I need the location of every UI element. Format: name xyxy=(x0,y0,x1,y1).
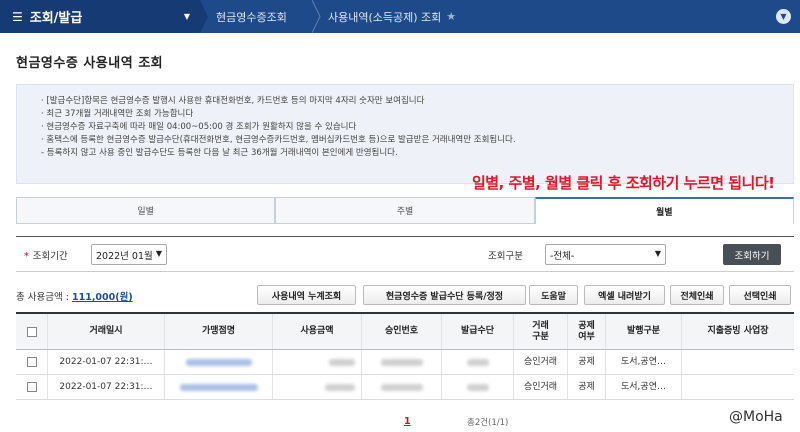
tab-daily[interactable]: 일별 xyxy=(16,197,276,224)
chevron-down-icon: ▼ xyxy=(155,249,162,258)
menu-label: 조회/발급 xyxy=(29,11,83,26)
usage-table: 거래일시 가맹점명 사용금액 승인번호 발급수단 거래 구분 공제 여부 발행구… xyxy=(16,312,794,400)
datetime-cell: 2022-01-07 22:31:… xyxy=(48,350,165,374)
datetime-cell: 2022-01-07 22:31:… xyxy=(48,375,165,399)
chevron-down-icon[interactable]: ▼ xyxy=(776,9,791,24)
breadcrumb-separator-icon xyxy=(200,0,208,33)
issue-type-cell: 도서,공연… xyxy=(606,375,682,399)
notice-line: · [발급수단]항목은 현금영수증 발행시 사용한 휴대전화번호, 카드번호 등… xyxy=(41,96,425,106)
column-header: 사용금액 xyxy=(273,314,362,349)
breadcrumb-usage-history[interactable]: 사용내역(소득공제) 조회 ★ xyxy=(328,0,456,33)
approval-number-cell xyxy=(362,375,442,399)
chevron-down-icon: ▼ xyxy=(654,249,661,258)
hamburger-icon: ☰ xyxy=(12,9,23,24)
period-label: * 조회기간 xyxy=(24,251,68,262)
total-amount: 총 사용금액 : 111,000(원) xyxy=(16,292,133,303)
help-button[interactable]: 도움말 xyxy=(529,285,578,305)
instruction-annotation: 일별, 주별, 월별 클릭 후 조회하기 누르면 됩니다! xyxy=(472,174,775,192)
column-header: 가맹점명 xyxy=(165,314,273,349)
business-cell xyxy=(682,375,794,399)
breadcrumb-usage-history-label: 사용내역(소득공제) 조회 xyxy=(328,10,442,24)
required-mark: * xyxy=(24,251,29,262)
period-tabs: 일별 주별 월별 xyxy=(16,197,794,224)
transaction-type-cell: 승인거래 xyxy=(514,350,568,374)
approval-number-cell xyxy=(362,350,442,374)
register-payment-method-button[interactable]: 현금영수증 발급수단 등록/정정 xyxy=(363,285,526,305)
merchant-cell[interactable] xyxy=(165,350,273,374)
table-row[interactable]: 2022-01-07 22:31:… 승인거래 공제 도서,공연… xyxy=(16,350,794,375)
notice-line: · 홈택스에 등록한 현금영수증 발급수단(휴대전화번호, 현금영수증카드번호,… xyxy=(41,135,516,145)
page-title: 현금영수증 사용내역 조회 xyxy=(16,56,164,71)
notice-line: · 현금영수증 자료구축에 따라 매일 04:00~05:00 경 조회가 원활… xyxy=(41,122,357,132)
total-amount-value[interactable]: 111,000(원) xyxy=(72,292,133,303)
row-checkbox[interactable] xyxy=(26,382,37,392)
period-select[interactable]: 2022년 01월 ▼ xyxy=(91,244,167,265)
column-header: 승인번호 xyxy=(362,314,442,349)
notice-line: - 등록하지 않고 사용 중인 발급수단도 등록한 다음 날 최근 36개월 거… xyxy=(41,148,398,158)
issue-type-cell: 도서,공연… xyxy=(606,350,682,374)
amount-cell xyxy=(273,350,362,374)
deduction-cell: 공제 xyxy=(568,375,606,399)
print-selected-button[interactable]: 선택인쇄 xyxy=(729,285,791,305)
column-header: 지출증빙 사업장 xyxy=(707,326,769,336)
payment-method-cell xyxy=(442,350,514,374)
print-all-button[interactable]: 전체인쇄 xyxy=(670,285,724,305)
select-all-cell xyxy=(16,314,48,349)
watermark: @MoHa xyxy=(729,409,783,425)
top-navigation-bar: ☰ 조회/발급 ▼ 현금영수증조회 사용내역(소득공제) 조회 ★ ▼ xyxy=(0,0,800,33)
business-cell xyxy=(682,350,794,374)
select-all-checkbox[interactable] xyxy=(26,326,37,337)
result-count: 총2건(1/1) xyxy=(467,418,509,428)
row-checkbox[interactable] xyxy=(26,357,37,367)
excel-download-button[interactable]: 엑셀 내려받기 xyxy=(584,285,665,305)
menu-dropdown-button[interactable]: ☰ 조회/발급 ▼ xyxy=(0,0,200,33)
merchant-cell[interactable] xyxy=(165,375,273,399)
breadcrumb-cash-receipt[interactable]: 현금영수증조회 xyxy=(216,0,287,33)
tab-weekly[interactable]: 주별 xyxy=(275,197,535,224)
deduction-cell: 공제 xyxy=(568,350,606,374)
amount-cell xyxy=(273,375,362,399)
table-header-row: 거래일시 가맹점명 사용금액 승인번호 발급수단 거래 구분 공제 여부 발행구… xyxy=(16,314,794,350)
kind-select[interactable]: -전체- ▼ xyxy=(545,244,666,265)
kind-label: 조회구분 xyxy=(488,251,523,262)
payment-method-cell xyxy=(442,375,514,399)
caret-down-icon: ▼ xyxy=(183,12,190,21)
notice-box: · [발급수단]항목은 현금영수증 발행시 사용한 휴대전화번호, 카드번호 등… xyxy=(16,84,794,184)
favorite-star-icon[interactable]: ★ xyxy=(446,10,456,23)
column-header: 거래 구분 xyxy=(514,314,568,349)
search-button[interactable]: 조회하기 xyxy=(723,244,781,265)
transaction-type-cell: 승인거래 xyxy=(514,375,568,399)
cumulative-query-button[interactable]: 사용내역 누계조회 xyxy=(257,285,356,305)
tab-monthly[interactable]: 월별 xyxy=(534,197,794,224)
column-header: 발행구분 xyxy=(606,314,682,349)
table-row[interactable]: 2022-01-07 22:31:… 승인거래 공제 도서,공연… xyxy=(16,375,794,400)
search-bar: * 조회기간 2022년 01월 ▼ 조회구분 -전체- ▼ 조회하기 xyxy=(16,236,794,272)
column-header: 공제 여부 xyxy=(568,314,606,349)
column-header: 발급수단 xyxy=(442,314,514,349)
page-number-link[interactable]: 1 xyxy=(404,416,411,427)
breadcrumb-separator-icon xyxy=(312,0,321,33)
column-header: 거래일시 xyxy=(48,314,165,349)
notice-line: · 최근 37개월 거래내역만 조회 가능합니다 xyxy=(41,109,194,119)
